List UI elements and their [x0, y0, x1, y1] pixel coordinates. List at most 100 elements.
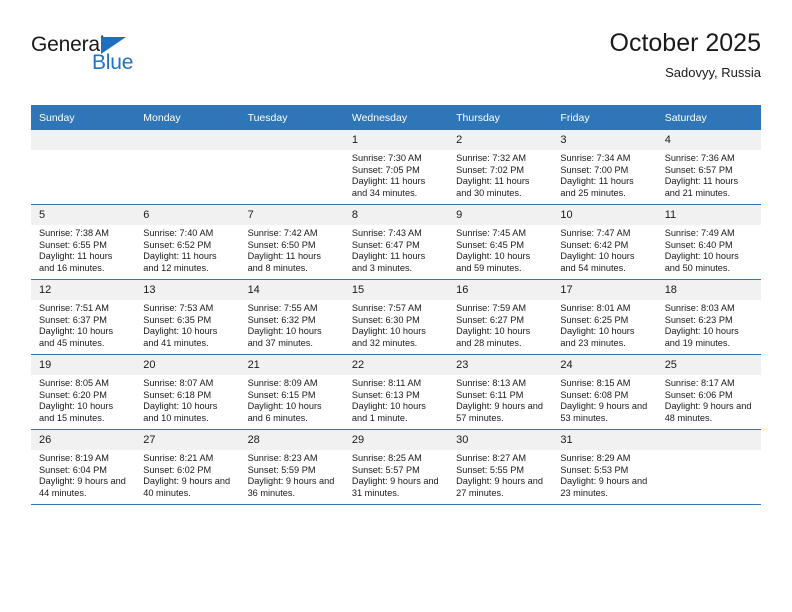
- calendar-day-cell[interactable]: 7 Sunrise: 7:42 AM Sunset: 6:50 PM Daylight…: [239, 204, 344, 280]
- sunrise-text: Sunrise: 8:21 AM: [143, 453, 214, 463]
- sunset-text: Sunset: 6:06 PM: [664, 389, 733, 400]
- calendar-day-cell[interactable]: 9 Sunrise: 7:45 AM Sunset: 6:45 PM Daylight…: [448, 204, 553, 280]
- day-number: 31: [552, 430, 657, 450]
- day-details: Sunrise: 7:30 AM Sunset: 7:05 PM Daylight:…: [344, 150, 448, 199]
- sunrise-text: Sunrise: 7:30 AM: [351, 153, 422, 163]
- sunset-text: Sunset: 5:53 PM: [560, 464, 629, 475]
- calendar-day-cell[interactable]: 24 Sunrise: 8:15 AM Sunset: 6:08 PM Dayligh…: [552, 354, 657, 430]
- calendar-day-cell[interactable]: 8 Sunrise: 7:43 AM Sunset: 6:47 PM Daylight…: [343, 204, 449, 280]
- calendar-day-cell[interactable]: 25 Sunrise: 8:17 AM Sunset: 6:06 PM Dayligh…: [656, 354, 761, 430]
- calendar-day-cell[interactable]: 31 Sunrise: 8:29 AM Sunset: 5:53 PM Dayligh…: [552, 429, 657, 505]
- sunrise-text: Sunrise: 7:51 AM: [39, 303, 109, 313]
- calendar-day-cell[interactable]: 10 Sunrise: 7:47 AM Sunset: 6:42 PM Dayligh…: [552, 204, 657, 280]
- calendar-day-cell[interactable]: 1 Sunrise: 7:30 AM Sunset: 7:05 PM Daylight…: [343, 130, 449, 205]
- day-number: 3: [552, 130, 657, 150]
- sunrise-text: Sunrise: 7:49 AM: [664, 228, 735, 238]
- sunset-text: Sunset: 6:47 PM: [351, 239, 420, 250]
- calendar-day-cell[interactable]: 18 Sunrise: 8:03 AM Sunset: 6:23 PM Dayligh…: [656, 279, 761, 355]
- weekday-header-tuesday: Tuesday: [239, 105, 344, 130]
- daylight-text: Daylight: 10 hours and 6 minutes.: [247, 401, 322, 423]
- calendar-day-cell[interactable]: 21 Sunrise: 8:09 AM Sunset: 6:15 PM Dayligh…: [239, 354, 344, 430]
- day-number: 6: [135, 205, 240, 225]
- day-number: 26: [31, 430, 136, 450]
- sunset-text: Sunset: 6:04 PM: [39, 464, 107, 475]
- sunrise-text: Sunrise: 7:42 AM: [247, 228, 318, 238]
- sunset-text: Sunset: 6:11 PM: [456, 389, 524, 400]
- day-number: 22: [343, 355, 449, 375]
- daylight-text: Daylight: 10 hours and 37 minutes.: [247, 326, 322, 348]
- day-number: [656, 430, 761, 450]
- calendar-day-cell[interactable]: 5 Sunrise: 7:38 AM Sunset: 6:55 PM Daylight…: [31, 204, 136, 280]
- sunset-text: Sunset: 6:13 PM: [351, 389, 420, 400]
- calendar-day-cell[interactable]: 4 Sunrise: 7:36 AM Sunset: 6:57 PM Daylight…: [656, 130, 761, 205]
- sunrise-text: Sunrise: 8:15 AM: [560, 378, 631, 388]
- sunrise-text: Sunrise: 7:43 AM: [351, 228, 422, 238]
- sunset-text: Sunset: 6:50 PM: [247, 239, 316, 250]
- sunrise-text: Sunrise: 7:36 AM: [664, 153, 735, 163]
- calendar-day-cell[interactable]: 13 Sunrise: 7:53 AM Sunset: 6:35 PM Dayligh…: [135, 279, 240, 355]
- calendar-day-cell[interactable]: 14 Sunrise: 7:55 AM Sunset: 6:32 PM Dayligh…: [239, 279, 344, 355]
- sunset-text: Sunset: 6:40 PM: [664, 239, 733, 250]
- day-number: [239, 130, 344, 150]
- day-number: 30: [448, 430, 553, 450]
- day-details: Sunrise: 8:29 AM Sunset: 5:53 PM Daylight:…: [552, 450, 656, 499]
- day-details: Sunrise: 8:05 AM Sunset: 6:20 PM Daylight:…: [31, 375, 135, 424]
- day-number: 19: [31, 355, 136, 375]
- sunrise-text: Sunrise: 8:27 AM: [456, 453, 527, 463]
- calendar-page: General Blue October 2025 Sadovyy, Russi…: [0, 0, 792, 612]
- sunset-text: Sunset: 6:52 PM: [143, 239, 212, 250]
- sunset-text: Sunset: 6:57 PM: [664, 164, 733, 175]
- calendar-day-cell[interactable]: 20 Sunrise: 8:07 AM Sunset: 6:18 PM Dayligh…: [135, 354, 240, 430]
- daylight-text: Daylight: 9 hours and 23 minutes.: [560, 476, 648, 498]
- day-number: 16: [448, 280, 553, 300]
- day-details: Sunrise: 7:59 AM Sunset: 6:27 PM Daylight:…: [448, 300, 552, 349]
- sunset-text: Sunset: 6:08 PM: [560, 389, 629, 400]
- sunset-text: Sunset: 7:02 PM: [456, 164, 525, 175]
- calendar-day-cell[interactable]: 27 Sunrise: 8:21 AM Sunset: 6:02 PM Dayligh…: [135, 429, 240, 505]
- daylight-text: Daylight: 11 hours and 3 minutes.: [351, 251, 426, 273]
- day-number: 7: [239, 205, 344, 225]
- day-details: Sunrise: 8:17 AM Sunset: 6:06 PM Daylight:…: [657, 375, 761, 424]
- daylight-text: Daylight: 10 hours and 41 minutes.: [143, 326, 218, 348]
- calendar-day-cell[interactable]: 6 Sunrise: 7:40 AM Sunset: 6:52 PM Daylight…: [135, 204, 240, 280]
- sunset-text: Sunset: 5:59 PM: [247, 464, 316, 475]
- daylight-text: Daylight: 10 hours and 19 minutes.: [664, 326, 739, 348]
- calendar-day-cell[interactable]: 23 Sunrise: 8:13 AM Sunset: 6:11 PM Dayligh…: [448, 354, 553, 430]
- sunrise-text: Sunrise: 8:05 AM: [39, 378, 109, 388]
- sunrise-text: Sunrise: 7:40 AM: [143, 228, 214, 238]
- calendar-day-cell[interactable]: 2 Sunrise: 7:32 AM Sunset: 7:02 PM Daylight…: [448, 130, 553, 205]
- calendar-day-cell[interactable]: 29 Sunrise: 8:25 AM Sunset: 5:57 PM Dayligh…: [343, 429, 449, 505]
- calendar-day-cell[interactable]: 12 Sunrise: 7:51 AM Sunset: 6:37 PM Dayligh…: [31, 279, 136, 355]
- calendar-day-cell[interactable]: 11 Sunrise: 7:49 AM Sunset: 6:40 PM Dayligh…: [656, 204, 761, 280]
- calendar-day-cell[interactable]: 3 Sunrise: 7:34 AM Sunset: 7:00 PM Daylight…: [552, 130, 657, 205]
- calendar-day-cell[interactable]: 17 Sunrise: 8:01 AM Sunset: 6:25 PM Dayligh…: [552, 279, 657, 355]
- day-details: Sunrise: 7:51 AM Sunset: 6:37 PM Daylight:…: [31, 300, 135, 349]
- generalblue-logo[interactable]: General Blue: [31, 34, 181, 82]
- sunset-text: Sunset: 7:00 PM: [560, 164, 629, 175]
- weekday-header-wednesday: Wednesday: [343, 105, 449, 130]
- calendar-day-cell[interactable]: 22 Sunrise: 8:11 AM Sunset: 6:13 PM Dayligh…: [343, 354, 449, 430]
- sunset-text: Sunset: 6:42 PM: [560, 239, 629, 250]
- day-number: 2: [448, 130, 553, 150]
- daylight-text: Daylight: 10 hours and 54 minutes.: [560, 251, 635, 273]
- calendar-day-cell[interactable]: 28 Sunrise: 8:23 AM Sunset: 5:59 PM Dayligh…: [239, 429, 344, 505]
- calendar-day-cell[interactable]: 19 Sunrise: 8:05 AM Sunset: 6:20 PM Dayligh…: [31, 354, 136, 430]
- sunrise-text: Sunrise: 8:19 AM: [39, 453, 109, 463]
- day-number: 17: [552, 280, 657, 300]
- day-details: Sunrise: 7:49 AM Sunset: 6:40 PM Daylight:…: [657, 225, 761, 274]
- calendar-day-cell[interactable]: 15 Sunrise: 7:57 AM Sunset: 6:30 PM Dayligh…: [343, 279, 449, 355]
- day-number: 18: [656, 280, 761, 300]
- calendar-day-cell[interactable]: 16 Sunrise: 7:59 AM Sunset: 6:27 PM Dayligh…: [448, 279, 553, 355]
- sunrise-text: Sunrise: 8:29 AM: [560, 453, 631, 463]
- calendar-week-row: 19 Sunrise: 8:05 AM Sunset: 6:20 PM Dayligh…: [31, 354, 761, 430]
- sunrise-text: Sunrise: 7:47 AM: [560, 228, 631, 238]
- day-number: 23: [448, 355, 553, 375]
- sunset-text: Sunset: 6:35 PM: [143, 314, 212, 325]
- calendar-day-cell[interactable]: 30 Sunrise: 8:27 AM Sunset: 5:55 PM Dayligh…: [448, 429, 553, 505]
- sunset-text: Sunset: 5:55 PM: [456, 464, 525, 475]
- calendar-day-cell-empty: [656, 429, 761, 505]
- calendar-week-row: 1 Sunrise: 7:30 AM Sunset: 7:05 PM Daylight…: [31, 130, 761, 205]
- calendar-grid: Sunday Monday Tuesday Wednesday Thursday Frid…: [31, 105, 761, 505]
- day-number: 25: [656, 355, 761, 375]
- calendar-day-cell[interactable]: 26 Sunrise: 8:19 AM Sunset: 6:04 PM Dayligh…: [31, 429, 136, 505]
